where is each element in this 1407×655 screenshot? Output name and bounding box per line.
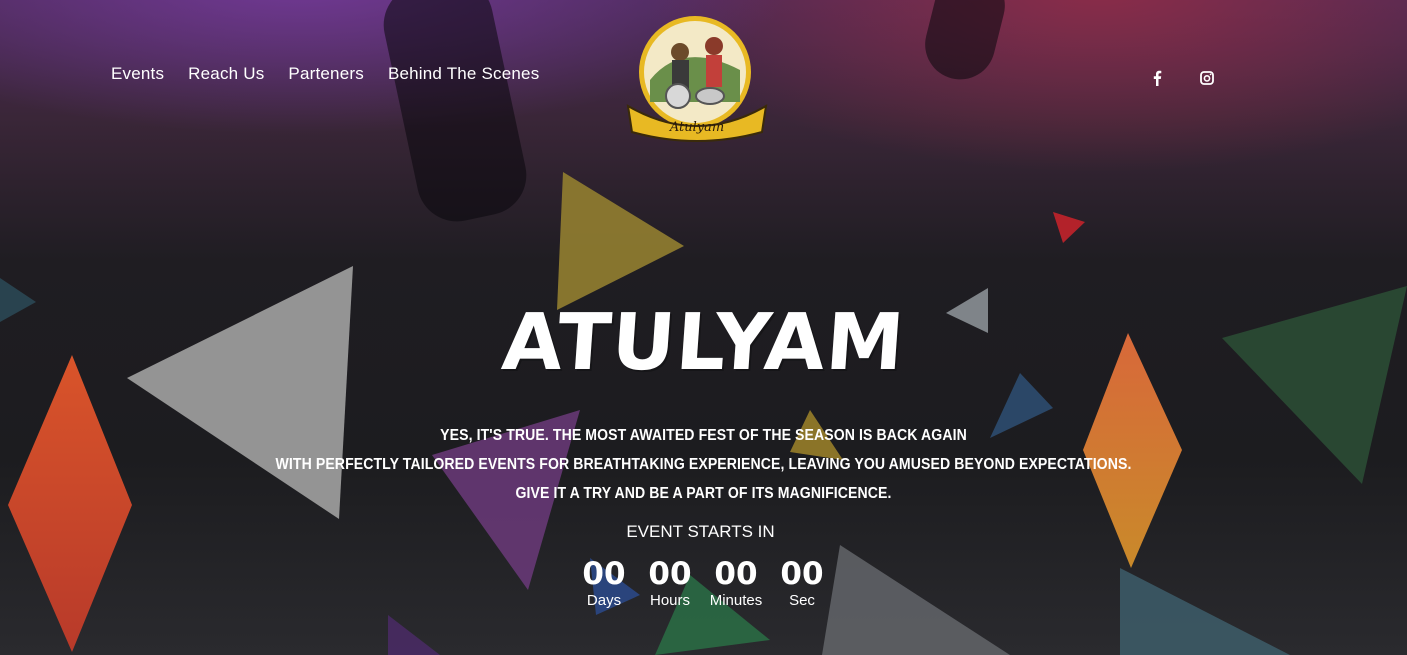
countdown-timer: 00 Days 00 Hours 00 Minutes 00 Sec (571, 556, 835, 610)
countdown-days-label: Days (586, 592, 622, 609)
logo-text: Atulyam (669, 120, 724, 135)
main-nav: Events Reach Us Parteners Behind The Sce… (111, 64, 539, 84)
countdown-seconds-label: Sec (789, 592, 815, 609)
facebook-icon[interactable] (1145, 66, 1169, 90)
tagline-line: GIVE IT A TRY AND BE A PART OF ITS MAGNI… (515, 485, 892, 502)
triangle-grey-bottom (822, 545, 1010, 655)
countdown-hours-value: 00 (648, 556, 692, 592)
nav-events-link[interactable]: Events (111, 64, 164, 84)
countdown-heading: EVENT STARTS IN (626, 522, 775, 541)
countdown-minutes: 00 Minutes (703, 556, 769, 610)
facebook-glyph-icon (1153, 70, 1162, 86)
countdown-hours: 00 Hours (637, 556, 703, 610)
instagram-icon[interactable] (1195, 66, 1219, 90)
instagram-glyph-icon (1200, 71, 1214, 85)
nav-parteners-link[interactable]: Parteners (288, 64, 364, 84)
tagline-line: YES, IT'S TRUE. THE MOST AWAITED FEST OF… (440, 427, 967, 444)
triangle-teal-bottom (1120, 568, 1290, 655)
countdown-seconds: 00 Sec (769, 556, 835, 610)
triangle-olive (557, 172, 684, 310)
nav-behind-the-scenes-link[interactable]: Behind The Scenes (388, 64, 539, 84)
countdown-days-value: 00 (582, 556, 626, 592)
countdown-minutes-value: 00 (714, 556, 758, 592)
tagline-line: WITH PERFECTLY TAILORED EVENTS FOR BREAT… (275, 456, 1132, 473)
countdown-minutes-label: Minutes (709, 592, 763, 609)
countdown-days: 00 Days (571, 556, 637, 610)
countdown-hours-label: Hours (649, 592, 690, 609)
triangle-red-small (1053, 212, 1085, 243)
atulyam-logo[interactable]: Atulyam (622, 10, 772, 144)
hero-tagline: YES, IT'S TRUE. THE MOST AWAITED FEST OF… (84, 421, 1322, 508)
nav-reach-us-link[interactable]: Reach Us (188, 64, 264, 84)
hero-title: ATULYAM (499, 298, 908, 388)
logo-emblem-icon: Atulyam (626, 16, 768, 142)
countdown-seconds-value: 00 (780, 556, 824, 592)
triangle-purple-bottom (388, 615, 440, 655)
